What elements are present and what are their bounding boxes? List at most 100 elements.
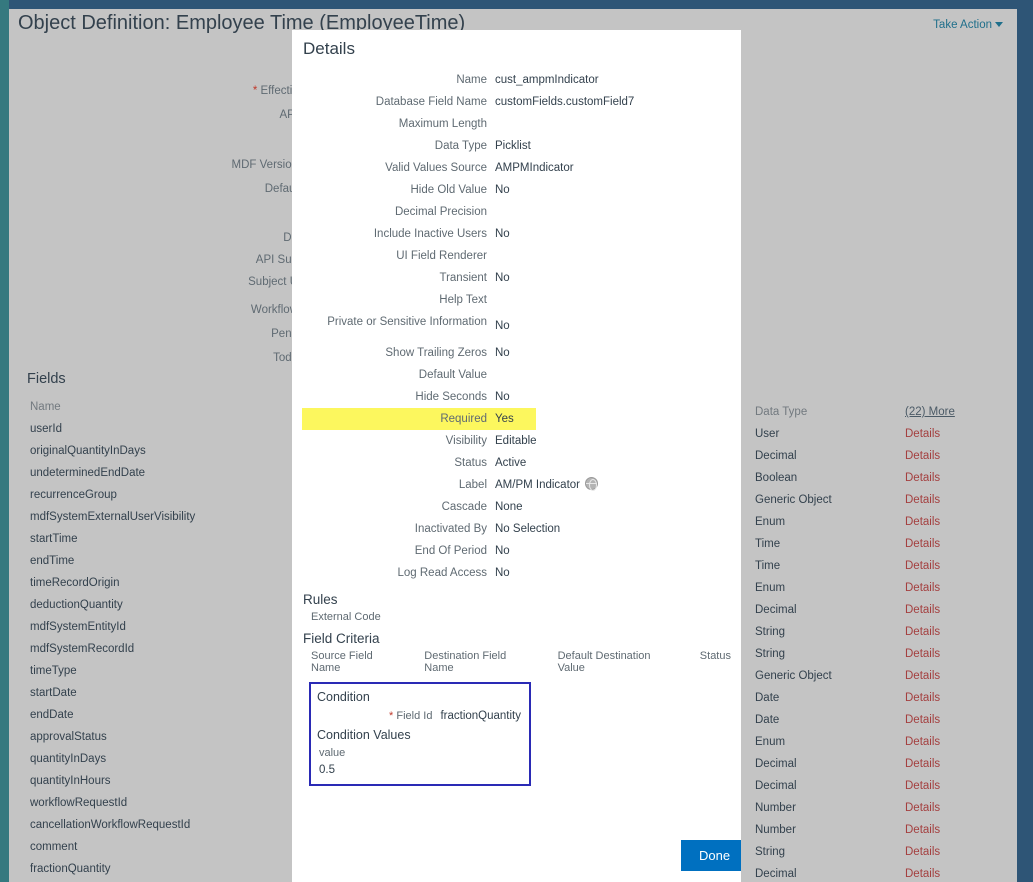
detail-row-value: No [487,540,731,562]
detail-row-value-text: Picklist [495,140,531,152]
detail-row-label: Hide Old Value [410,184,488,196]
details-link[interactable]: Details [905,599,940,621]
field-list-item[interactable]: workflowRequestId [30,792,298,814]
detail-row-label: Status [454,457,487,469]
details-link[interactable]: Details [905,797,940,819]
fields-panel: Fields Name userId originalQuantityInDays… [18,371,298,882]
take-action-menu[interactable]: Take Action [933,19,1003,31]
field-list-item[interactable]: approvalStatus [30,726,298,748]
field-list-item[interactable]: originalQuantityInDays [30,440,298,462]
data-type-value: Time [755,538,781,550]
details-link[interactable]: Details [905,731,940,753]
field-list-item[interactable]: quantityInHours [30,770,298,792]
background-form-label-text: Subject U [248,276,298,288]
details-link[interactable]: Details [905,445,940,467]
field-list-item[interactable]: comment [30,836,298,858]
required-asterisk: * [389,710,394,722]
detail-row-label: Required [302,408,487,430]
field-list-item[interactable]: quantityInDays [30,748,298,770]
type-list-row: Time Details [755,555,1017,577]
field-list-item[interactable]: endDate [30,704,298,726]
field-list-item[interactable]: cancellationWorkflowRequestId [30,814,298,836]
field-criteria-column-header: Destination Field Name [424,650,507,674]
detail-row: Status Active [302,452,731,474]
take-action-label: Take Action [933,19,992,31]
detail-row-label: Data Type [434,140,487,152]
detail-row: Hide Seconds No [302,386,731,408]
detail-row-value: AM/PM Indicator [487,474,731,496]
fields-column-header: Name [30,401,61,413]
details-link[interactable]: Details [905,863,940,882]
field-list-item[interactable]: mdfSystemEntityId [30,616,298,638]
field-list-item[interactable]: startDate [30,682,298,704]
detail-row: Default Value [302,364,731,386]
detail-row: Visibility Editable [302,430,731,452]
details-link[interactable]: Details [905,753,940,775]
field-list-item[interactable]: userId [30,418,298,440]
data-type-value: Time [755,560,781,572]
details-link[interactable]: Details [905,621,940,643]
done-button[interactable]: Done [681,840,741,871]
detail-row-label: Name [456,74,487,86]
detail-row-value-text: Editable [495,435,537,447]
detail-row-value: Active [487,452,731,474]
detail-row-label: Log Read Access [397,567,487,579]
details-link[interactable]: Details [905,709,940,731]
detail-row-label: Help Text [439,294,487,306]
field-list-item[interactable]: recurrenceGroup [30,484,298,506]
field-list-item[interactable]: startTime [30,528,298,550]
data-type-value: Generic Object [755,670,832,682]
field-list-item[interactable]: fractionQuantity [30,858,298,880]
detail-row-value-text: No [495,567,510,579]
background-form-label: MDF Version [232,159,298,171]
details-link[interactable]: Details [905,775,940,797]
details-link[interactable]: Details [905,665,940,687]
detail-row: Maximum Length [302,113,731,135]
type-list-row: Decimal Details [755,775,1017,797]
app-frame: Object Definition: Employee Time (Employ… [0,0,1033,882]
details-link[interactable]: Details [905,643,940,665]
detail-row: Hide Old Value No [302,179,731,201]
detail-row-label: Database Field Name [375,96,487,108]
field-list-item[interactable]: undeterminedEndDate [30,462,298,484]
rules-section-title: Rules [303,592,338,607]
field-list-item[interactable]: timeType [30,660,298,682]
data-type-value: Decimal [755,780,797,792]
detail-row-label: Show Trailing Zeros [385,347,487,359]
details-link[interactable]: Details [905,577,940,599]
detail-row: Show Trailing Zeros No [302,342,731,364]
field-list-item[interactable]: mdfSystemExternalUserVisibility [30,506,298,528]
field-list-item[interactable]: mdfSystemRecordId [30,638,298,660]
field-criteria-column-header: Status [699,650,731,662]
globe-icon[interactable] [585,477,598,491]
detail-row-value-text: No [495,228,510,240]
details-link[interactable]: Details [905,423,940,445]
more-link[interactable]: (22) More [905,401,955,423]
details-link[interactable]: Details [905,841,940,863]
details-link[interactable]: Details [905,511,940,533]
details-link[interactable]: Details [905,489,940,511]
field-list-item[interactable]: deductionQuantity [30,594,298,616]
details-link[interactable]: Details [905,819,940,841]
detail-row-label: Include Inactive Users [373,228,487,240]
detail-row-label: UI Field Renderer [396,250,487,262]
details-link[interactable]: Details [905,687,940,709]
detail-row-value-text: None [495,501,523,513]
data-type-value: Decimal [755,868,797,880]
detail-row-value-text: No [495,391,510,403]
condition-values-title: Condition Values [317,728,411,742]
detail-row-value: No [487,562,731,584]
detail-row-value: AMPMIndicator [487,157,731,179]
condition-values-list: 0.5 [317,764,521,776]
details-link[interactable]: Details [905,555,940,577]
data-type-value: Enum [755,736,786,748]
field-list-item[interactable]: timeRecordOrigin [30,572,298,594]
data-type-value: Number [755,824,796,836]
type-list-row: Time Details [755,533,1017,555]
detail-row: Private or Sensitive Information No [302,311,731,342]
details-link[interactable]: Details [905,533,940,555]
details-link[interactable]: Details [905,467,940,489]
field-list-item[interactable]: endTime [30,550,298,572]
detail-row: Database Field Name customFields.customFi… [302,91,731,113]
detail-row-value: None [487,496,731,518]
